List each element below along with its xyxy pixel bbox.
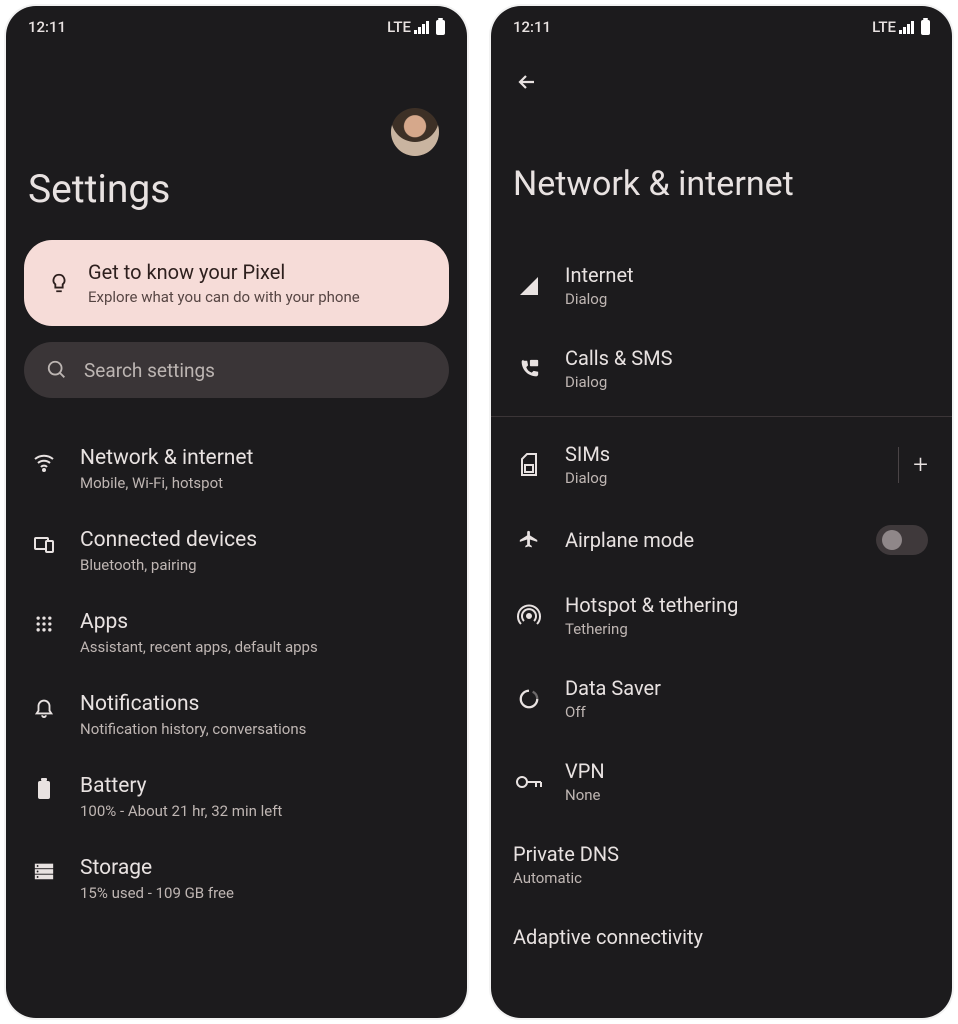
airplane-toggle[interactable] — [876, 525, 928, 555]
search-icon — [46, 359, 68, 381]
datasaver-icon — [515, 688, 543, 710]
apps-icon — [30, 610, 58, 634]
settings-screen: 12:11 LTE Settings Get to know your Pixe… — [6, 6, 467, 1018]
net-item-datasaver[interactable]: Data Saver Off — [509, 657, 934, 740]
status-indicators: LTE — [387, 18, 445, 36]
status-indicators: LTE — [872, 18, 930, 36]
net-item-hotspot[interactable]: Hotspot & tethering Tethering — [509, 574, 934, 657]
item-subtitle: None — [565, 786, 605, 804]
item-subtitle: Off — [565, 703, 661, 721]
item-title: Notifications — [80, 692, 306, 716]
wifi-icon — [30, 446, 58, 474]
search-placeholder: Search settings — [84, 359, 215, 382]
promo-card[interactable]: Get to know your Pixel Explore what you … — [24, 240, 449, 326]
page-title: Settings — [28, 166, 445, 212]
item-subtitle: Dialog — [565, 469, 610, 487]
settings-item-battery[interactable]: Battery 100% - About 21 hr, 32 min left — [24, 756, 449, 838]
net-item-airplane[interactable]: Airplane mode — [509, 506, 934, 574]
devices-icon — [30, 528, 58, 556]
avatar[interactable] — [391, 108, 439, 156]
add-sim-button[interactable]: + — [913, 450, 928, 480]
callsms-icon — [515, 358, 543, 380]
network-label: LTE — [387, 18, 411, 36]
item-title: Data Saver — [565, 676, 661, 700]
search-input[interactable]: Search settings — [24, 342, 449, 398]
settings-item-apps[interactable]: Apps Assistant, recent apps, default apps — [24, 592, 449, 674]
signal-icon — [414, 20, 429, 34]
item-title: Calls & SMS — [565, 346, 673, 370]
item-subtitle: 100% - About 21 hr, 32 min left — [80, 802, 282, 820]
item-subtitle: Notification history, conversations — [80, 720, 306, 738]
item-title: Connected devices — [80, 528, 257, 552]
storage-icon — [30, 856, 58, 882]
net-item-dns[interactable]: Private DNS Automatic — [509, 823, 934, 906]
item-title: Network & internet — [80, 446, 253, 470]
item-title: Adaptive connectivity — [513, 925, 703, 949]
item-title: Battery — [80, 774, 282, 798]
page-title: Network & internet — [513, 164, 930, 204]
divider — [491, 416, 952, 417]
item-title: Apps — [80, 610, 318, 634]
promo-subtitle: Explore what you can do with your phone — [88, 288, 360, 306]
item-subtitle: Assistant, recent apps, default apps — [80, 638, 318, 656]
item-title: VPN — [565, 759, 605, 783]
item-subtitle: 15% used - 109 GB free — [80, 884, 234, 902]
promo-title: Get to know your Pixel — [88, 260, 360, 284]
status-time: 12:11 — [513, 18, 551, 36]
item-title: SIMs — [565, 442, 610, 466]
battery-icon — [436, 20, 445, 35]
battery-icon — [30, 774, 58, 800]
status-bar: 12:11 LTE — [6, 6, 467, 48]
airplane-icon — [515, 529, 543, 551]
battery-icon — [921, 20, 930, 35]
net-item-calls[interactable]: Calls & SMS Dialog — [509, 327, 934, 410]
settings-item-storage[interactable]: Storage 15% used - 109 GB free — [24, 838, 449, 920]
item-subtitle: Mobile, Wi-Fi, hotspot — [80, 474, 253, 492]
settings-list: Network & internet Mobile, Wi-Fi, hotspot… — [24, 428, 449, 920]
divider — [898, 447, 899, 483]
settings-item-devices[interactable]: Connected devices Bluetooth, pairing — [24, 510, 449, 592]
item-subtitle: Automatic — [513, 869, 619, 887]
item-subtitle: Dialog — [565, 290, 634, 308]
net-item-vpn[interactable]: VPN None — [509, 740, 934, 823]
net-item-sims[interactable]: SIMs Dialog + — [509, 423, 934, 506]
item-title: Airplane mode — [565, 528, 694, 552]
item-subtitle: Dialog — [565, 373, 673, 391]
lightbulb-icon — [48, 272, 70, 294]
back-button[interactable] — [515, 70, 928, 94]
item-title: Private DNS — [513, 842, 619, 866]
status-time: 12:11 — [28, 18, 66, 36]
hotspot-icon — [515, 604, 543, 628]
item-subtitle: Bluetooth, pairing — [80, 556, 257, 574]
network-list: Internet Dialog Calls & SMS Dialog SIMs Dia… — [509, 244, 934, 968]
vpn-icon — [515, 774, 543, 790]
net-item-adaptive[interactable]: Adaptive connectivity — [509, 906, 934, 968]
signal-icon — [515, 276, 543, 296]
status-bar: 12:11 LTE — [491, 6, 952, 48]
sim-icon — [515, 453, 543, 477]
item-subtitle: Tethering — [565, 620, 738, 638]
network-screen: 12:11 LTE Network & internet Internet Dia… — [491, 6, 952, 1018]
item-title: Internet — [565, 263, 634, 287]
network-label: LTE — [872, 18, 896, 36]
signal-icon — [899, 20, 914, 34]
item-title: Hotspot & tethering — [565, 593, 738, 617]
bell-icon — [30, 692, 58, 718]
net-item-internet[interactable]: Internet Dialog — [509, 244, 934, 327]
settings-item-network[interactable]: Network & internet Mobile, Wi-Fi, hotspot — [24, 428, 449, 510]
settings-item-notifications[interactable]: Notifications Notification history, conve… — [24, 674, 449, 756]
item-title: Storage — [80, 856, 234, 880]
